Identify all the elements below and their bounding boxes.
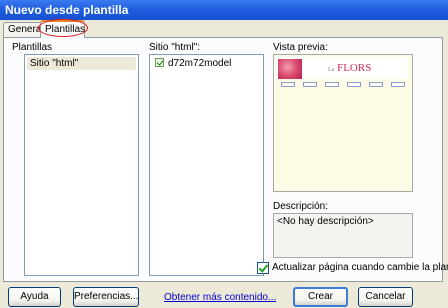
update-page-checkbox[interactable] [257,262,269,274]
tab-general[interactable]: General [3,22,44,37]
get-more-content-link[interactable]: Obtener más contenido... [164,292,276,303]
list-item[interactable]: Sitio "html" [27,57,136,70]
window-title: Nuevo desde plantilla [5,3,129,17]
preview-nav-box [281,82,295,87]
description-box: <No hay descripción> [273,213,413,258]
preferences-button[interactable]: Preferencias... [73,287,139,307]
preview-nav-box [303,82,317,87]
preview-nav-box [391,82,405,87]
preview-thumbnail-header: La FLORS [276,57,408,79]
update-page-label: Actualizar página cuando cambie la plant… [272,262,448,273]
site-label: Sitio "html": [149,42,201,53]
templates-listbox[interactable]: Sitio "html" [24,54,139,276]
preview-nav-box [369,82,383,87]
template-file-icon [155,57,164,67]
cancel-button[interactable]: Cancelar [358,287,413,307]
preview-nav-box [325,82,339,87]
preview-brand: La FLORS [328,62,371,74]
preview-nav [281,82,407,88]
description-label: Descripción: [273,201,329,212]
preview-nav-box [347,82,361,87]
help-button[interactable]: Ayuda [8,287,61,307]
site-listbox[interactable]: d72m72model [149,54,264,276]
list-item-label: d72m72model [168,58,232,69]
flower-image-icon [278,59,302,79]
preview-label: Vista previa: [273,42,328,53]
preview-brand-small: La [328,67,335,73]
create-button[interactable]: Crear [293,287,348,307]
window-titlebar: Nuevo desde plantilla [0,0,448,20]
tab-plantillas[interactable]: Plantillas [40,20,85,38]
tab-panel: Plantillas Sitio "html" Sitio "html": d7… [3,37,448,282]
templates-label: Plantillas [12,42,53,53]
preview-brand-text: FLORS [337,62,372,74]
list-item[interactable]: d72m72model [152,57,261,70]
preview-image: La FLORS [273,54,413,192]
